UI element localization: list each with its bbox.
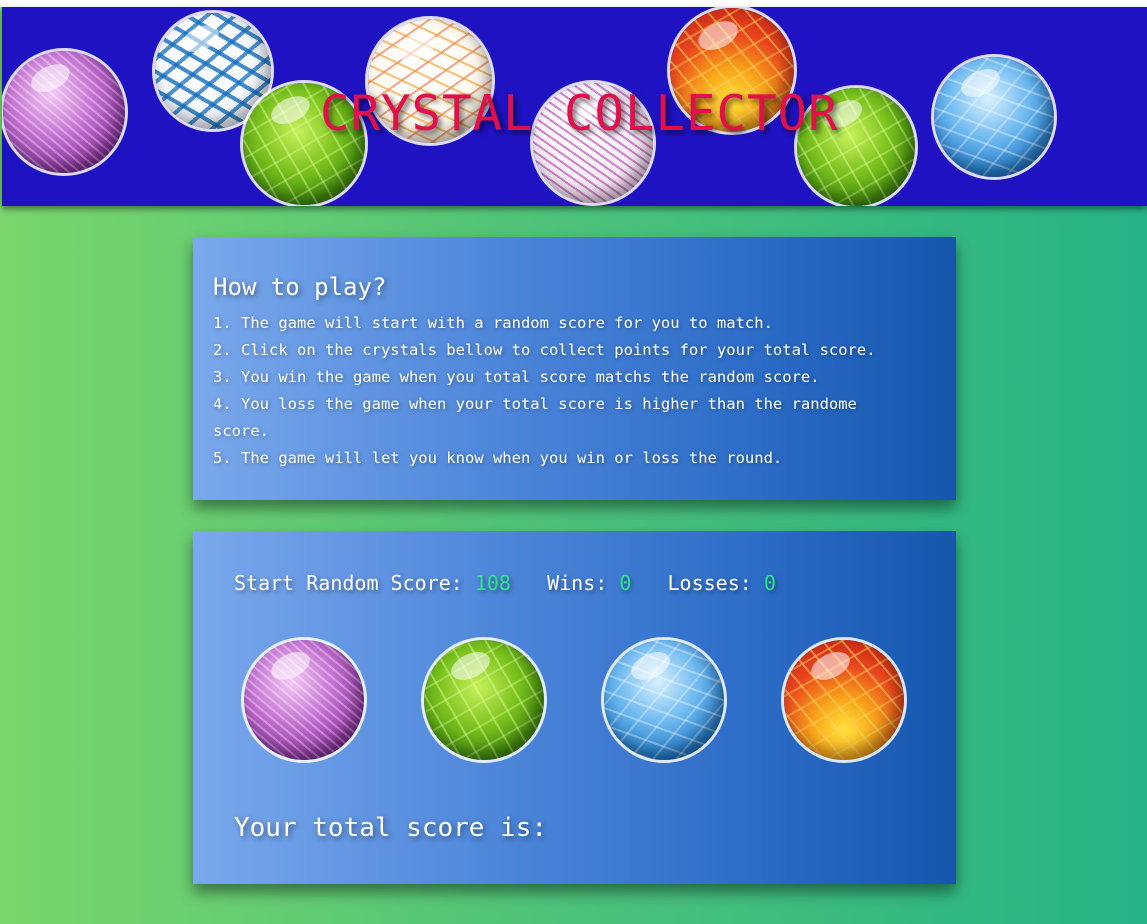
- game-panel: Start Random Score: 108 Wins: 0 Losses: …: [193, 531, 956, 884]
- how-to-play-panel: How to play? 1. The game will start with…: [193, 237, 956, 500]
- header-banner: CRYSTAL COLLECTOR: [2, 7, 1147, 206]
- top-strip: [0, 0, 1147, 7]
- how-to-play-heading: How to play?: [213, 273, 387, 301]
- rule-item: 4. You loss the game when your total sco…: [213, 395, 857, 440]
- blue-crystal-button[interactable]: [604, 640, 724, 760]
- green-crystal-button[interactable]: [424, 640, 544, 760]
- random-score-label: Start Random Score:: [234, 571, 463, 595]
- purple-crystal-button[interactable]: [244, 640, 364, 760]
- score-stats: Start Random Score: 108 Wins: 0 Losses: …: [234, 571, 776, 595]
- page-title: CRYSTAL COLLECTOR: [320, 85, 839, 142]
- rule-item: 3. You win the game when you total score…: [213, 368, 820, 386]
- rule-item: 5. The game will let you know when you w…: [213, 449, 783, 467]
- wins-label: Wins:: [547, 571, 608, 595]
- losses-label: Losses:: [667, 571, 752, 595]
- wins-value: 0: [619, 571, 632, 595]
- losses-value: 0: [763, 571, 776, 595]
- total-score-label: Your total score is:: [234, 813, 548, 843]
- red-crystal-button[interactable]: [784, 640, 904, 760]
- rules-list: 1. The game will start with a random sco…: [213, 310, 913, 472]
- rule-item: 1. The game will start with a random sco…: [213, 314, 773, 332]
- random-score-value: 108: [474, 571, 511, 595]
- purple-crystal-icon: [3, 51, 125, 173]
- blue-crystal-icon: [934, 57, 1054, 177]
- rule-item: 2. Click on the crystals bellow to colle…: [213, 341, 876, 359]
